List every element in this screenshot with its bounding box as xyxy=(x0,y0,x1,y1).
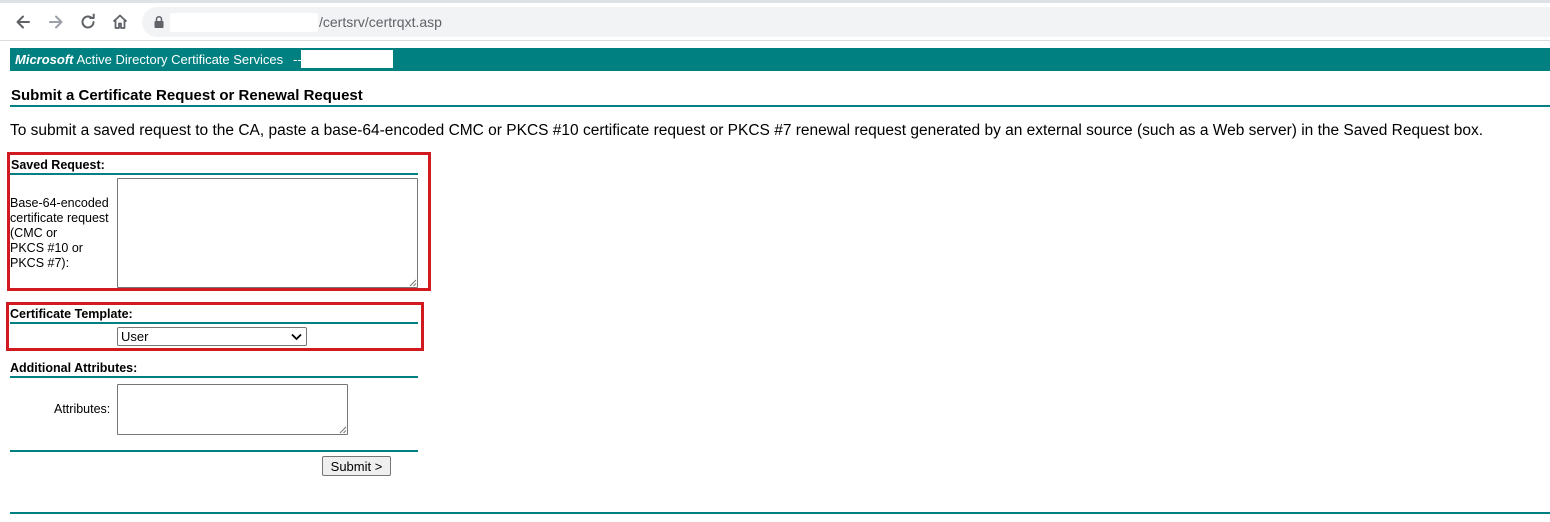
attributes-textarea[interactable] xyxy=(117,384,348,435)
resize-grip-icon[interactable] xyxy=(408,278,417,287)
certificate-template-label: Certificate Template: xyxy=(10,307,133,321)
saved-request-divider xyxy=(10,173,418,175)
saved-request-field-label: Base-64-encoded certificate request (CMC… xyxy=(10,196,118,271)
intro-text: To submit a saved request to the CA, pas… xyxy=(10,122,1484,139)
forward-arrow-icon xyxy=(49,15,63,29)
field-label-line: PKCS #10 or xyxy=(10,241,83,255)
server-name-redacted xyxy=(301,50,393,68)
field-label-line: PKCS #7): xyxy=(10,256,70,270)
url-path[interactable]: /certsrv/certrqxt.asp xyxy=(319,14,442,30)
field-label-line: (CMC or xyxy=(10,226,58,240)
selected-template: User xyxy=(121,329,149,344)
back-arrow-icon xyxy=(16,15,30,29)
certificate-template-divider xyxy=(10,322,418,324)
additional-attributes-divider xyxy=(10,376,418,378)
actions-divider xyxy=(10,450,418,452)
field-label-line: Base-64-encoded xyxy=(10,196,109,210)
footer-divider xyxy=(10,512,1550,514)
saved-request-label: Saved Request: xyxy=(11,158,105,172)
page-title: Submit a Certificate Request or Renewal … xyxy=(11,87,363,104)
field-label-line: certificate request xyxy=(10,211,109,225)
reload-icon xyxy=(81,13,95,29)
resize-grip-icon[interactable] xyxy=(338,425,347,434)
home-button[interactable] xyxy=(107,9,133,35)
browser-toolbar: /certsrv/certrqxt.asp xyxy=(0,3,1550,41)
lock-icon[interactable] xyxy=(152,15,166,29)
forward-button[interactable] xyxy=(43,9,69,35)
additional-attributes-label: Additional Attributes: xyxy=(10,361,138,375)
heading-divider xyxy=(10,105,1550,107)
reload-button[interactable] xyxy=(75,9,101,35)
submit-button[interactable]: Submit > xyxy=(322,456,391,476)
attributes-field-label: Attributes: xyxy=(54,402,111,416)
url-host-redacted xyxy=(170,13,318,32)
certificate-template-select[interactable]: User xyxy=(117,327,307,346)
back-button[interactable] xyxy=(10,9,36,35)
chevron-down-icon xyxy=(291,333,302,341)
saved-request-textarea[interactable] xyxy=(117,178,418,288)
header-banner: Microsoft Active Directory Certificate S… xyxy=(10,48,1550,71)
home-icon xyxy=(112,14,128,29)
brand-name: Microsoft xyxy=(15,52,74,67)
address-bar[interactable]: /certsrv/certrqxt.asp xyxy=(142,7,1550,37)
app-title: Active Directory Certificate Services xyxy=(76,52,284,67)
